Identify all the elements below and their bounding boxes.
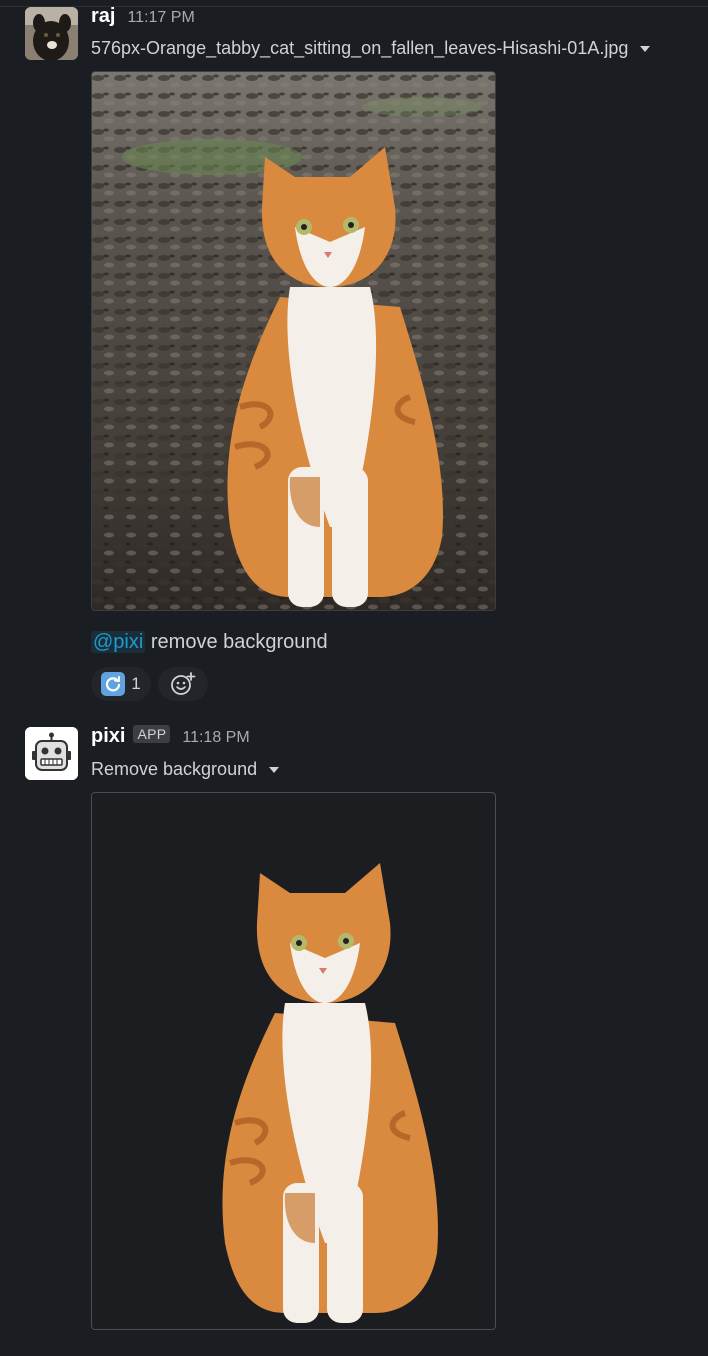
reaction-count: 1 <box>131 674 141 693</box>
file-title[interactable]: 576px-Orange_tabby_cat_sitting_on_fallen… <box>91 38 651 59</box>
message-header: raj 11:17 PM <box>91 5 195 31</box>
reaction-sync[interactable]: 1 <box>91 667 151 701</box>
message-header: pixi APP 11:18 PM <box>91 725 250 751</box>
arrows-counterclockwise-icon <box>101 672 126 696</box>
chevron-down-icon[interactable] <box>640 45 651 52</box>
message-body: remove background <box>150 631 328 653</box>
message-text: @pixi remove background <box>91 631 328 654</box>
author-name[interactable]: pixi <box>91 725 125 748</box>
cat-photo[interactable] <box>91 71 496 611</box>
timestamp[interactable]: 11:18 PM <box>182 729 249 747</box>
timestamp[interactable]: 11:17 PM <box>127 9 194 27</box>
file-title[interactable]: Remove background <box>91 759 280 780</box>
file-name[interactable]: Remove background <box>91 759 257 780</box>
cat-photo-image <box>92 72 495 610</box>
add-emoji-icon <box>171 672 196 695</box>
cat-cutout-image <box>222 863 438 1323</box>
author-name[interactable]: raj <box>91 5 115 28</box>
app-badge: APP <box>133 725 171 743</box>
cat-cutout[interactable] <box>91 792 496 1330</box>
chevron-down-icon[interactable] <box>269 766 280 773</box>
user-mention[interactable]: @pixi <box>91 631 146 653</box>
avatar-raj[interactable] <box>25 7 78 60</box>
robot-icon <box>25 727 78 780</box>
add-reaction-button[interactable] <box>158 667 208 701</box>
avatar-pixi[interactable] <box>25 727 78 780</box>
file-name[interactable]: 576px-Orange_tabby_cat_sitting_on_fallen… <box>91 38 628 59</box>
dog-avatar-icon <box>25 7 78 60</box>
